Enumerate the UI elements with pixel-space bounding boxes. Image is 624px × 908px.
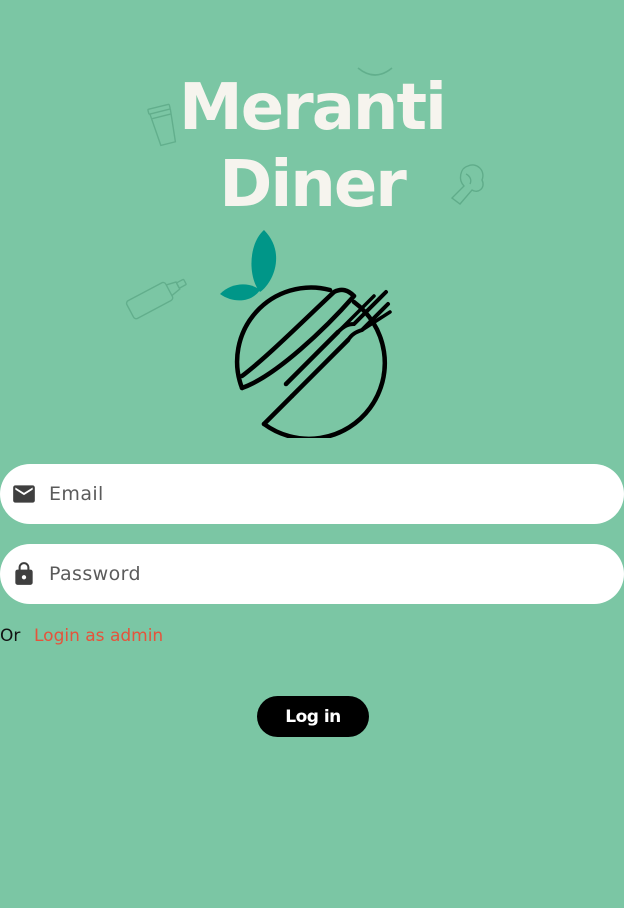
- email-input[interactable]: [49, 464, 609, 524]
- password-field[interactable]: [0, 544, 624, 604]
- app-title-line-2: Diner: [219, 148, 407, 222]
- email-field[interactable]: [0, 464, 624, 524]
- login-as-admin-link[interactable]: Login as admin: [34, 626, 163, 646]
- upper-leaf-icon: [251, 230, 277, 292]
- login-button[interactable]: Log in: [257, 696, 369, 737]
- diner-logo: [220, 230, 392, 438]
- app-title-line-1: Meranti: [179, 71, 447, 145]
- or-label: Or: [0, 626, 21, 646]
- login-screen: Meranti Diner Or Login as: [0, 0, 624, 908]
- mail-icon: [13, 485, 35, 503]
- lower-leaf-icon: [220, 284, 260, 301]
- lock-icon: [15, 562, 33, 585]
- password-input[interactable]: [49, 544, 609, 604]
- bottle-icon: [125, 278, 187, 320]
